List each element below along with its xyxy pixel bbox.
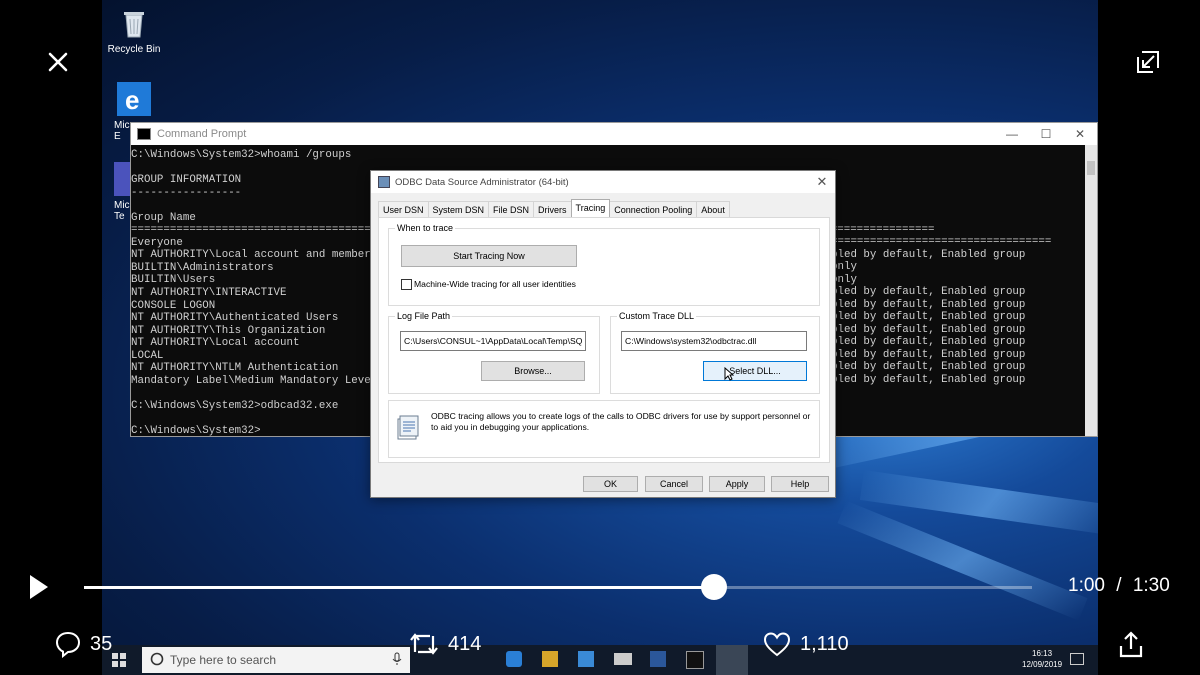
edge-icon: e	[117, 82, 151, 116]
when-to-trace-label: When to trace	[395, 223, 456, 233]
taskbar-file-explorer-icon[interactable]	[506, 651, 522, 667]
share-action[interactable]	[1116, 630, 1154, 660]
desktop-icon-recycle-bin[interactable]: Recycle Bin	[104, 6, 164, 55]
cmd-title: Command Prompt	[157, 128, 247, 140]
reply-icon	[55, 631, 81, 658]
taskbar-cmd-icon[interactable]	[686, 651, 704, 669]
taskbar-word-icon[interactable]	[650, 651, 666, 667]
log-file-group: Log File Path C:\Users\CONSUL~1\AppData\…	[388, 311, 600, 394]
taskbar-search[interactable]: Type here to search	[142, 647, 410, 673]
cmd-scrollbar[interactable]	[1085, 145, 1097, 436]
heart-icon	[763, 632, 791, 657]
machine-wide-checkbox[interactable]	[401, 279, 412, 290]
document-icon	[397, 415, 419, 441]
taskbar-mail-icon[interactable]	[614, 653, 632, 665]
retweet-icon	[410, 633, 438, 655]
close-icon[interactable]: ✕	[1063, 127, 1097, 141]
cmd-title-bar[interactable]: Command Prompt — ☐ ✕	[131, 123, 1097, 145]
custom-trace-dll-label: Custom Trace DLL	[617, 311, 697, 321]
progress-fill	[84, 586, 715, 589]
desktop-icon-label: Recycle Bin	[107, 44, 161, 55]
cmd-app-icon	[137, 128, 151, 140]
total-time: 1:30	[1132, 575, 1170, 596]
windows-start-icon[interactable]	[112, 653, 126, 672]
share-icon	[1119, 631, 1143, 658]
time-display: 1:00 / 1:30	[1068, 575, 1170, 597]
dialog-title-bar[interactable]: ODBC Data Source Administrator (64-bit) …	[371, 171, 835, 193]
current-time: 1:00	[1068, 575, 1105, 596]
search-placeholder: Type here to search	[170, 653, 277, 667]
custom-trace-dll-group: Custom Trace DLL C:\Windows\system32\odb…	[610, 311, 820, 394]
trace-dll-field[interactable]: C:\Windows\system32\odbctrac.dll	[621, 331, 807, 351]
minimize-player-button[interactable]	[1122, 36, 1174, 88]
taskbar-clock[interactable]: 16:13 12/09/2019	[1022, 648, 1062, 670]
ok-button[interactable]: OK	[583, 476, 638, 492]
tracing-panel: When to trace Start Tracing Now Machine-…	[378, 217, 830, 463]
reply-count: 35	[90, 632, 113, 655]
info-group: ODBC tracing allows you to create logs o…	[388, 400, 820, 458]
like-count: 1,110	[800, 632, 849, 655]
like-action[interactable]: 1,110	[762, 630, 849, 658]
machine-wide-label: Machine-Wide tracing for all user identi…	[414, 279, 576, 289]
dialog-title: ODBC Data Source Administrator (64-bit)	[395, 176, 569, 188]
info-text: ODBC tracing allows you to create logs o…	[431, 411, 811, 432]
cancel-button[interactable]: Cancel	[645, 476, 703, 492]
retweet-action[interactable]: 414	[408, 630, 481, 658]
scrollbar-thumb[interactable]	[1087, 161, 1095, 175]
progress-bar[interactable]	[84, 574, 1032, 600]
cortana-circle-icon	[150, 652, 164, 669]
picture-in-picture-icon	[1137, 51, 1159, 73]
taskbar-folder-icon[interactable]	[542, 651, 558, 667]
time-separator: /	[1116, 575, 1122, 596]
tab-tracing[interactable]: Tracing	[570, 199, 611, 219]
log-file-path-field[interactable]: C:\Users\CONSUL~1\AppData\Local\Temp\SQ	[400, 331, 586, 351]
play-icon	[30, 575, 48, 599]
when-to-trace-group: When to trace Start Tracing Now Machine-…	[388, 223, 820, 306]
close-video-button[interactable]	[32, 36, 84, 88]
browse-button[interactable]: Browse...	[481, 361, 585, 381]
minimize-icon[interactable]: —	[995, 127, 1029, 141]
select-dll-button[interactable]: Select DLL...	[703, 361, 807, 381]
reply-action[interactable]: 35	[54, 630, 112, 658]
mouse-cursor-icon	[724, 366, 735, 383]
clock-time: 16:13	[1032, 649, 1053, 658]
svg-text:e: e	[125, 85, 139, 115]
odbc-dialog[interactable]: ODBC Data Source Administrator (64-bit) …	[370, 170, 836, 498]
recycle-bin-icon	[117, 6, 151, 40]
taskbar-odbc-icon[interactable]	[716, 645, 748, 675]
dialog-close-icon[interactable]: ✕	[809, 174, 835, 190]
clock-date: 12/09/2019	[1022, 660, 1063, 669]
apply-button[interactable]: Apply	[709, 476, 765, 492]
help-button[interactable]: Help	[771, 476, 829, 492]
odbc-app-icon	[378, 176, 390, 188]
close-icon	[48, 52, 68, 72]
log-file-path-label: Log File Path	[395, 311, 453, 321]
notification-icon[interactable]	[1070, 653, 1084, 665]
maximize-icon[interactable]: ☐	[1029, 127, 1063, 141]
microphone-icon[interactable]	[392, 652, 402, 669]
taskbar-store-icon[interactable]	[578, 651, 594, 667]
windows-taskbar: Type here to search 16:13 12/09/2019	[102, 645, 1098, 675]
start-tracing-button[interactable]: Start Tracing Now	[401, 245, 577, 267]
play-button[interactable]	[28, 574, 50, 605]
retweet-count: 414	[448, 632, 482, 655]
cmd-output-right: ================================== bled …	[831, 236, 1052, 387]
